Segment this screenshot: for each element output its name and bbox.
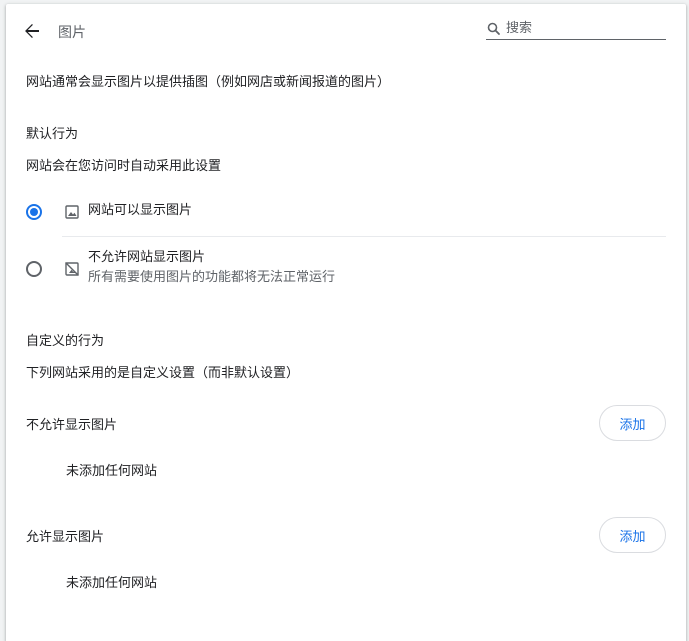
radio-block-images[interactable] — [26, 261, 42, 277]
page-title: 图片 — [58, 25, 86, 41]
custom-behavior-subheading: 下列网站采用的是自定义设置（而非默认设置） — [26, 366, 300, 381]
settings-card: 图片 网站通常会显示图片以提供插图（例如网店或新闻报道的图片） 默认行为 网站会… — [6, 4, 686, 641]
allowed-empty-text: 未添加任何网站 — [66, 576, 158, 591]
arrow-back-icon — [25, 24, 39, 38]
blocked-section-label: 不允许显示图片 — [26, 418, 118, 433]
blocked-empty-text: 未添加任何网站 — [66, 464, 158, 479]
back-button[interactable] — [20, 19, 44, 43]
add-blocked-site-button[interactable]: 添加 — [599, 405, 666, 441]
add-allowed-site-button[interactable]: 添加 — [599, 517, 666, 553]
option-divider — [62, 236, 666, 237]
image-icon — [64, 204, 80, 220]
custom-behavior-heading: 自定义的行为 — [26, 334, 105, 349]
default-behavior-heading: 默认行为 — [26, 127, 79, 142]
option-block-label: 不允许网站显示图片 — [88, 250, 206, 265]
option-allow-label: 网站可以显示图片 — [88, 203, 193, 218]
radio-allow-images[interactable] — [26, 204, 42, 220]
allowed-section-label: 允许显示图片 — [26, 530, 105, 545]
search-input[interactable] — [506, 18, 664, 38]
option-block-sublabel: 所有需要使用图片的功能都将无法正常运行 — [88, 270, 336, 285]
search-icon — [487, 22, 500, 35]
image-off-icon — [64, 261, 80, 277]
default-behavior-subheading: 网站会在您访问时自动采用此设置 — [26, 159, 222, 174]
page-description: 网站通常会显示图片以提供插图（例如网店或新闻报道的图片） — [26, 75, 391, 90]
search-box[interactable] — [486, 18, 666, 40]
